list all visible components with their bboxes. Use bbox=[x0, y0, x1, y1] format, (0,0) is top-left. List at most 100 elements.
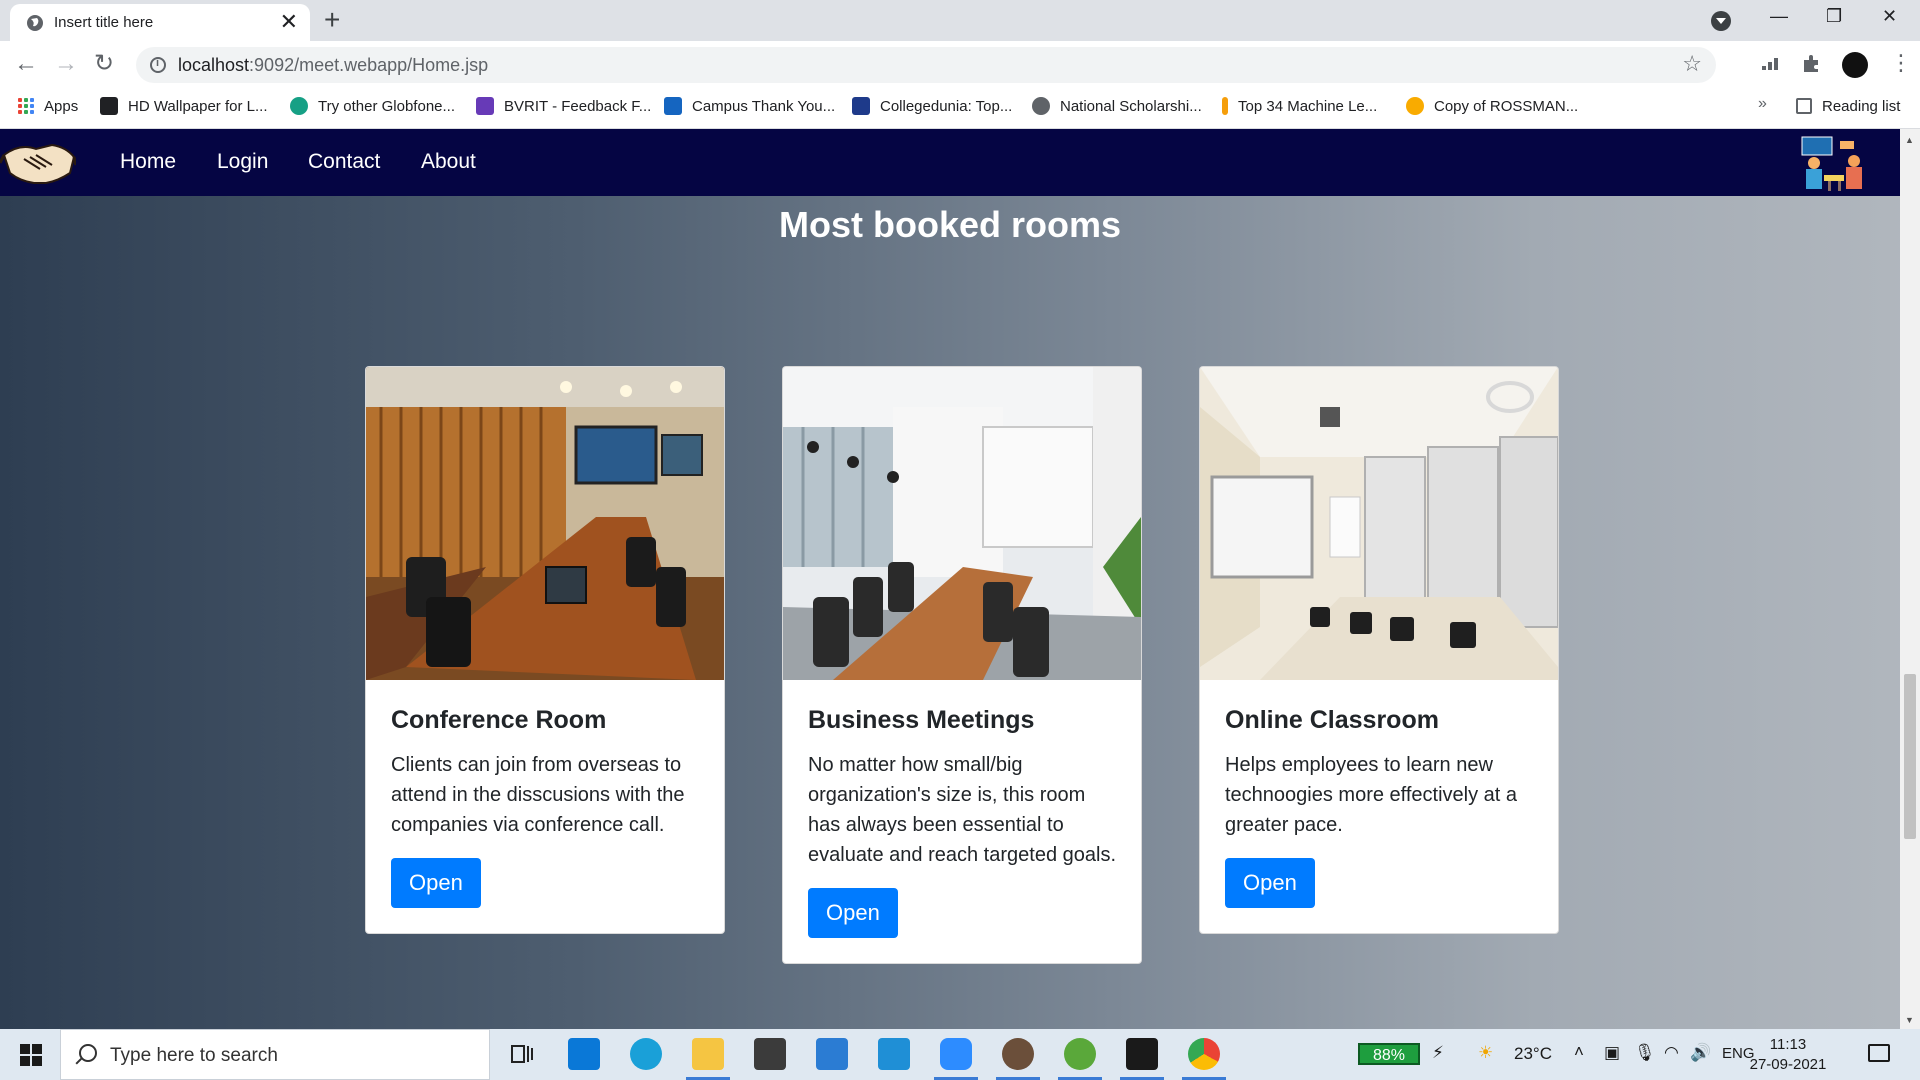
cortana-app-icon[interactable] bbox=[568, 1038, 600, 1070]
open-online-classroom-button[interactable]: Open bbox=[1225, 858, 1315, 908]
room-card-conference: Conference Room Clients can join from ov… bbox=[365, 366, 725, 934]
online-classroom-image bbox=[1200, 367, 1558, 680]
card-title: Conference Room bbox=[391, 706, 607, 734]
new-tab-button[interactable]: + bbox=[324, 6, 340, 34]
bookmarks-overflow-icon[interactable]: » bbox=[1758, 95, 1767, 113]
scroll-up-arrow-icon[interactable]: ▲ bbox=[1905, 135, 1914, 145]
l-app-icon[interactable] bbox=[878, 1038, 910, 1070]
bookmark-apps[interactable]: Apps bbox=[18, 89, 78, 123]
bookmark-label: Try other Globfone... bbox=[318, 97, 456, 115]
microsoft-store-icon[interactable] bbox=[754, 1038, 786, 1070]
address-bar[interactable]: localhost:9092/meet.webapp/Home.jsp ☆ bbox=[136, 47, 1716, 83]
url-text[interactable]: localhost:9092/meet.webapp/Home.jsp bbox=[178, 55, 488, 76]
card-body: Conference Room Clients can join from ov… bbox=[366, 680, 724, 933]
clock-time: 11:13 bbox=[1769, 1036, 1807, 1053]
menu-kebab-icon[interactable]: ⋮ bbox=[1890, 49, 1912, 77]
card-body: Online Classroom Helps employees to lear… bbox=[1200, 680, 1558, 933]
meet-now-icon[interactable]: ▣ bbox=[1604, 1043, 1620, 1063]
spring-tool-icon[interactable] bbox=[1064, 1038, 1096, 1070]
bookmark-rossman[interactable]: Copy of ROSSMAN... bbox=[1406, 89, 1578, 123]
battery-percentage-badge[interactable]: 88% bbox=[1358, 1043, 1420, 1065]
mail-icon[interactable] bbox=[816, 1038, 848, 1070]
page-scrollbar[interactable]: ▲ ▼ bbox=[1900, 129, 1920, 1029]
bookmark-globfone[interactable]: Try other Globfone... bbox=[290, 89, 455, 123]
bookmark-label: Campus Thank You... bbox=[692, 97, 836, 115]
reading-list-label: Reading list bbox=[1822, 97, 1901, 115]
weather-temperature[interactable]: 23°C bbox=[1514, 1044, 1552, 1064]
browser-tab[interactable]: Insert title here ✕ bbox=[10, 4, 310, 41]
zoom-icon[interactable] bbox=[940, 1038, 972, 1070]
site-info-icon[interactable] bbox=[150, 57, 166, 73]
tab-strip: Insert title here ✕ + — ❐ ✕ bbox=[0, 0, 1920, 41]
colab-icon bbox=[1406, 97, 1424, 115]
tab-title: Insert title here bbox=[54, 14, 154, 31]
globe-icon bbox=[27, 15, 43, 31]
chrome-browser-icon[interactable] bbox=[1188, 1038, 1220, 1070]
bookmark-label: Apps bbox=[44, 97, 79, 115]
volume-icon[interactable]: 🔊 bbox=[1690, 1043, 1711, 1063]
close-window-button[interactable]: ✕ bbox=[1882, 6, 1897, 27]
open-business-meetings-button[interactable]: Open bbox=[808, 888, 898, 938]
microphone-icon[interactable]: 🎙 bbox=[1634, 1043, 1656, 1063]
image-icon bbox=[100, 97, 118, 115]
reading-list-button[interactable]: Reading list bbox=[1796, 89, 1900, 123]
bookmarks-bar: Apps HD Wallpaper for L... Try other Glo… bbox=[0, 89, 1920, 129]
puzzle-extensions-icon[interactable] bbox=[1800, 52, 1824, 76]
tab-search-icon[interactable] bbox=[1711, 11, 1731, 31]
nav-home[interactable]: Home bbox=[120, 150, 176, 174]
back-arrow-icon[interactable]: ← bbox=[14, 51, 38, 77]
windows-start-icon[interactable] bbox=[20, 1044, 42, 1066]
nav-login[interactable]: Login bbox=[217, 150, 268, 174]
conference-room-image bbox=[366, 367, 724, 680]
nav-contact[interactable]: Contact bbox=[308, 150, 380, 174]
bookmark-national-scholarship[interactable]: National Scholarshi... bbox=[1032, 89, 1202, 123]
bookmark-top-34-ml[interactable]: Top 34 Machine Le... bbox=[1222, 89, 1377, 123]
reading-list-icon bbox=[1796, 98, 1812, 114]
bookmark-hd-wallpaper[interactable]: HD Wallpaper for L... bbox=[100, 89, 268, 123]
url-host: localhost bbox=[178, 55, 250, 75]
bookmark-star-icon[interactable]: ☆ bbox=[1682, 51, 1702, 77]
bookmark-bvrit-feedback[interactable]: BVRIT - Feedback F... bbox=[476, 89, 651, 123]
mysql-terminal-icon[interactable] bbox=[1126, 1038, 1158, 1070]
metrics-extension-icon[interactable] bbox=[1760, 52, 1784, 76]
open-conference-room-button[interactable]: Open bbox=[391, 858, 481, 908]
eclipse-ide-icon[interactable] bbox=[1002, 1038, 1034, 1070]
globfone-icon bbox=[290, 97, 308, 115]
power-plug-icon: ⚡ bbox=[1432, 1043, 1444, 1062]
meeting-people-logo-icon bbox=[1801, 136, 1862, 191]
browser-toolbar: ← → ↻ localhost:9092/meet.webapp/Home.js… bbox=[0, 41, 1920, 89]
card-text: Helps employees to learn new technoogies… bbox=[1225, 754, 1518, 836]
forward-arrow-icon[interactable]: → bbox=[54, 51, 78, 77]
nav-about[interactable]: About bbox=[421, 150, 476, 174]
apps-grid-icon bbox=[18, 98, 34, 114]
notification-center-icon[interactable] bbox=[1868, 1044, 1890, 1062]
search-icon bbox=[79, 1044, 97, 1062]
scroll-thumb[interactable] bbox=[1904, 674, 1916, 839]
file-explorer-icon[interactable] bbox=[692, 1038, 724, 1070]
restore-button[interactable]: ❐ bbox=[1826, 6, 1842, 27]
bookmark-label: Copy of ROSSMAN... bbox=[1434, 97, 1579, 115]
profile-avatar[interactable] bbox=[1842, 52, 1868, 78]
bookmark-collegedunia[interactable]: Collegedunia: Top... bbox=[852, 89, 1012, 123]
bookmark-label: BVRIT - Feedback F... bbox=[504, 97, 652, 115]
bookmark-campus-thank-you[interactable]: Campus Thank You... bbox=[664, 89, 835, 123]
room-card-business: Business Meetings No matter how small/bi… bbox=[782, 366, 1142, 964]
windows-taskbar: Type here to search 88% ⚡ ☀ 23°C ˄ ▣ 🎙 ◠… bbox=[0, 1029, 1920, 1080]
url-path: :9092/meet.webapp/Home.jsp bbox=[249, 55, 489, 75]
tray-chevron-up-icon[interactable]: ˄ bbox=[1574, 1042, 1584, 1062]
minimize-button[interactable]: — bbox=[1770, 6, 1788, 27]
tab-close-icon[interactable]: ✕ bbox=[280, 10, 298, 34]
reload-icon[interactable]: ↻ bbox=[94, 51, 114, 77]
room-card-online-classroom: Online Classroom Helps employees to lear… bbox=[1199, 366, 1559, 934]
card-title: Online Classroom bbox=[1225, 706, 1439, 734]
taskbar-clock[interactable]: 11:13 27-09-2021 bbox=[1748, 1035, 1828, 1075]
edge-browser-icon[interactable] bbox=[630, 1038, 662, 1070]
scroll-down-arrow-icon[interactable]: ▼ bbox=[1905, 1015, 1914, 1025]
weather-sun-icon[interactable]: ☀ bbox=[1478, 1043, 1493, 1063]
collegedunia-icon bbox=[852, 97, 870, 115]
card-body: Business Meetings No matter how small/bi… bbox=[783, 680, 1141, 963]
taskbar-search-box[interactable]: Type here to search bbox=[60, 1029, 490, 1080]
wifi-icon[interactable]: ◠ bbox=[1664, 1043, 1679, 1063]
handshake-logo-icon[interactable] bbox=[0, 133, 76, 191]
task-view-icon[interactable] bbox=[506, 1038, 538, 1070]
